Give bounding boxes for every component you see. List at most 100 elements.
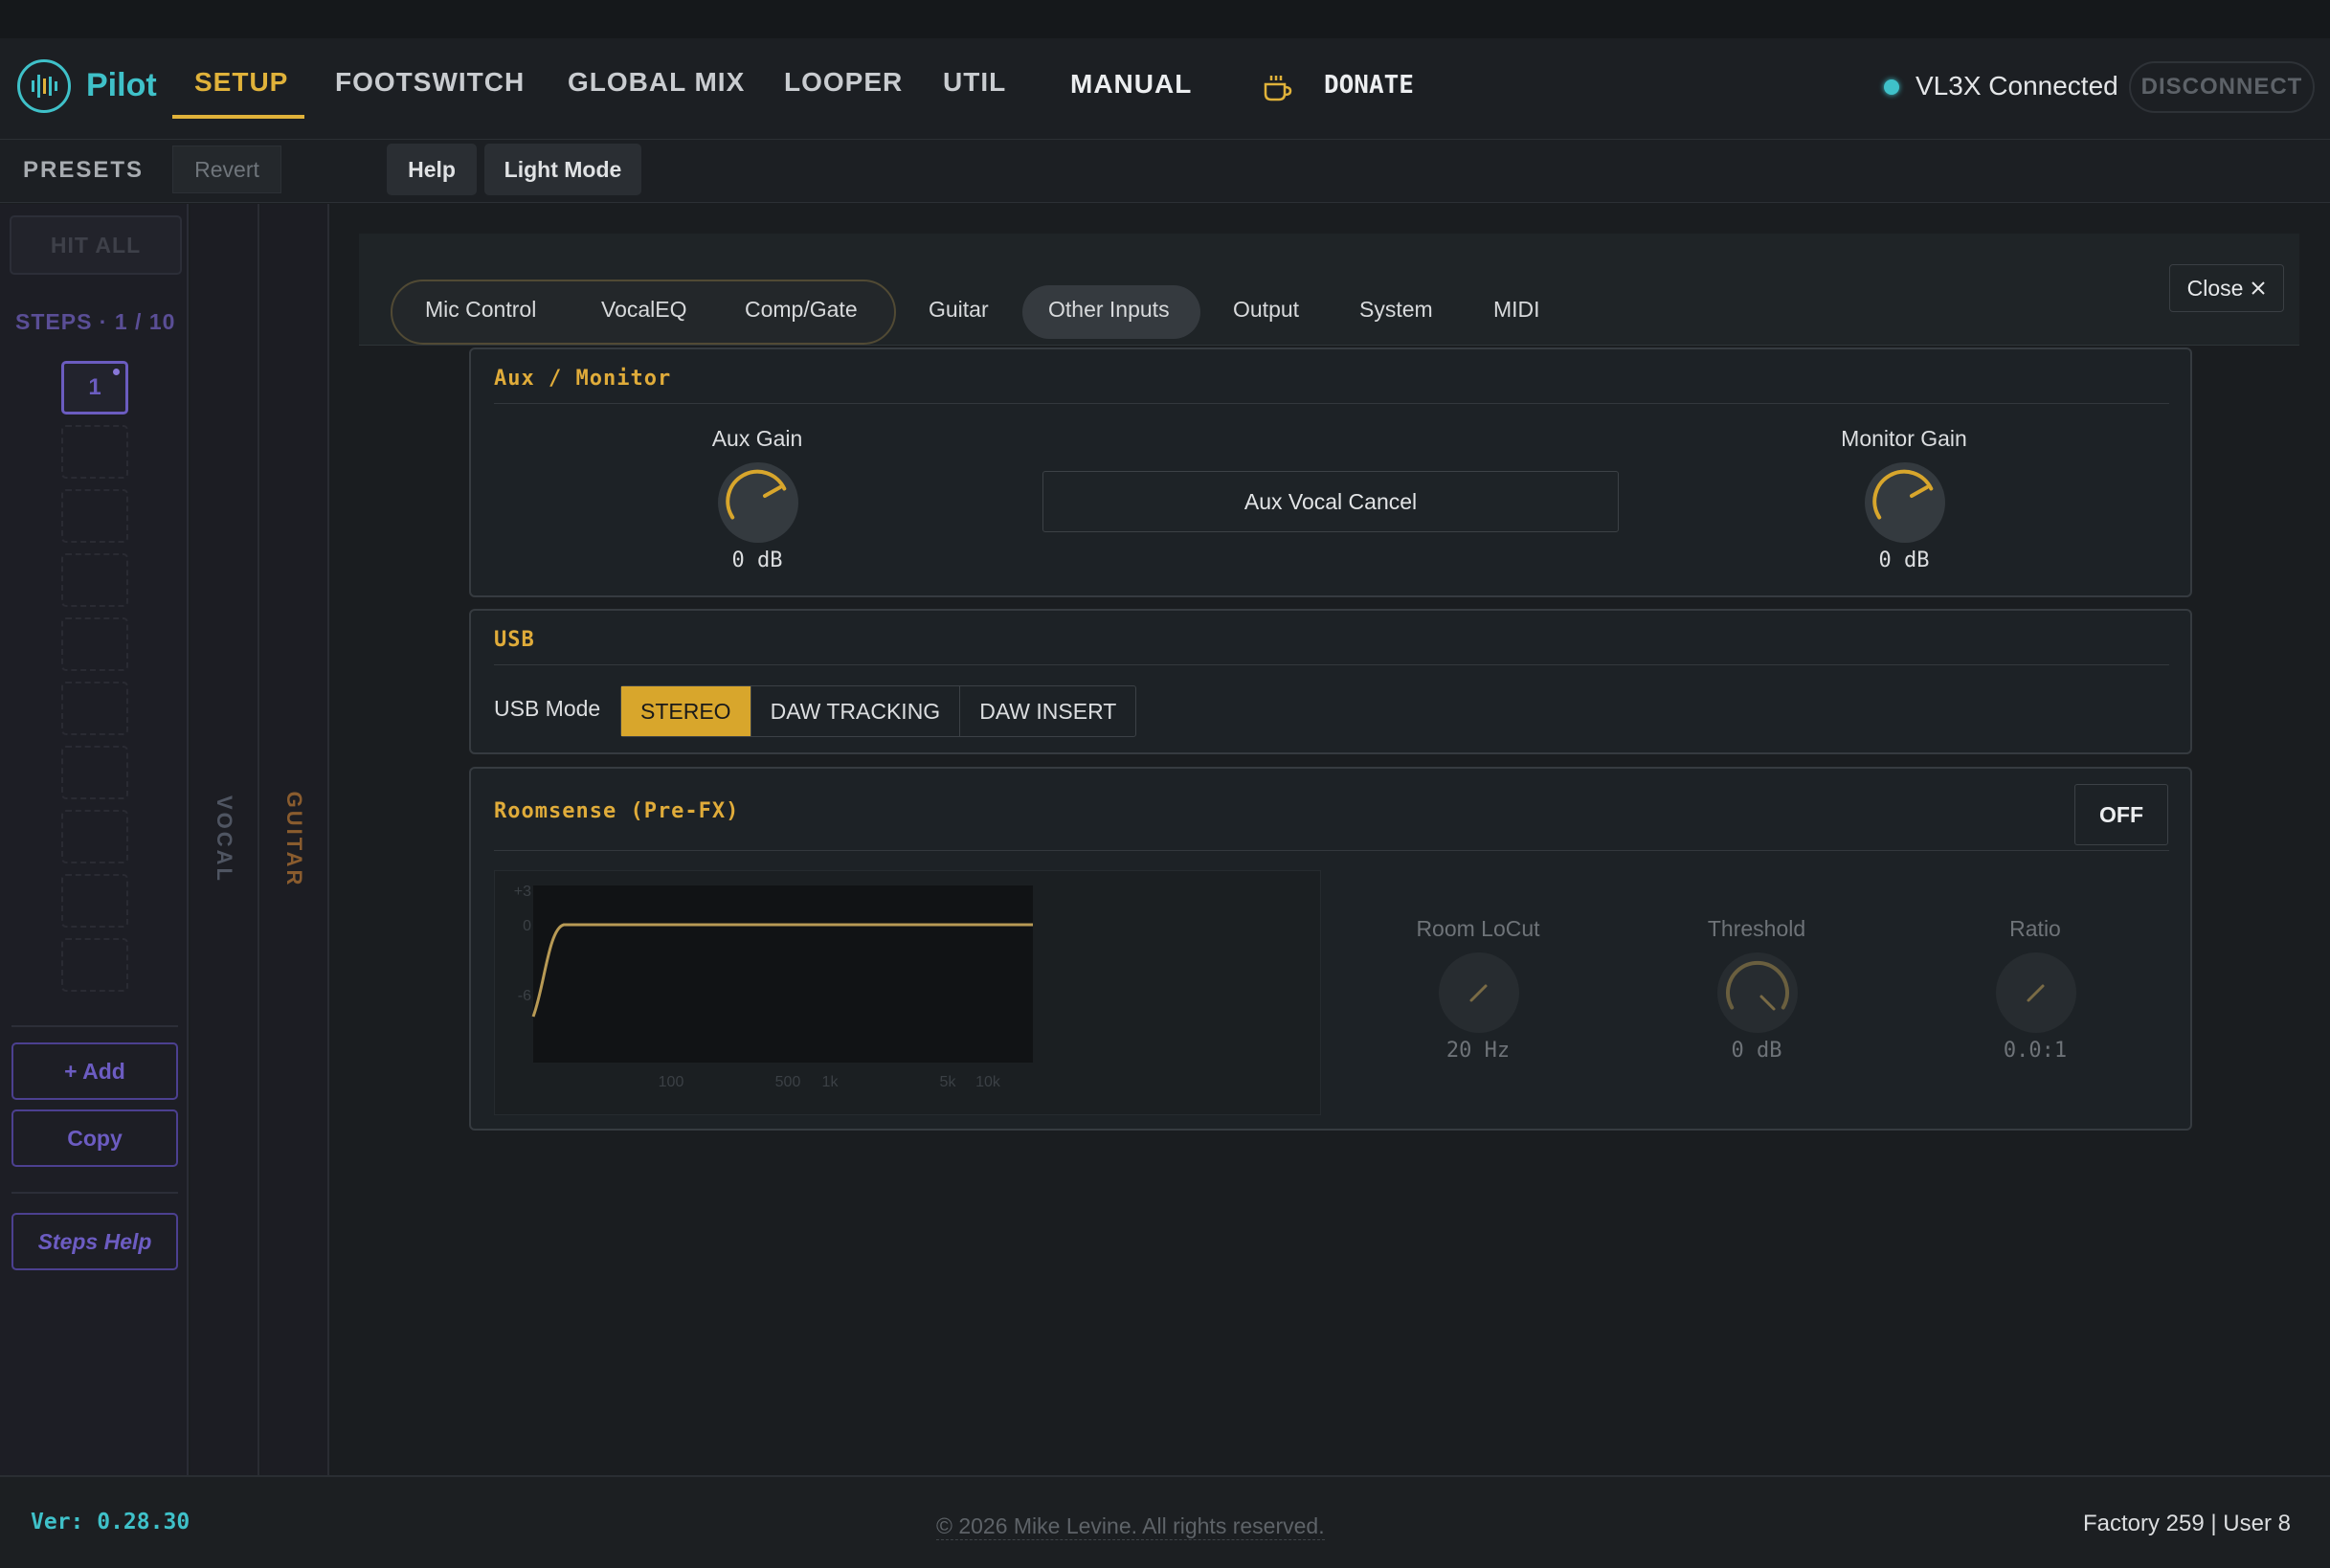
graph-y-tick: -6: [518, 988, 531, 1004]
app-name: Pilot: [86, 67, 157, 103]
step-slot[interactable]: [61, 810, 128, 863]
step-slot[interactable]: [61, 553, 128, 607]
help-button[interactable]: Help: [387, 144, 477, 195]
close-label: Close: [2186, 275, 2244, 301]
divider: [494, 403, 2169, 404]
nav-tab-util[interactable]: UTIL: [943, 67, 1006, 98]
threshold-value: 0 dB: [1731, 1039, 1782, 1063]
step-slot-active[interactable]: 1: [61, 361, 128, 414]
header: Pilot SETUP FOOTSWITCH GLOBAL MIX LOOPER…: [0, 38, 2330, 140]
step-indicator-dot: [113, 369, 120, 375]
tab-comp-gate[interactable]: Comp/Gate: [745, 297, 858, 323]
graph-y-tick: 0: [523, 918, 531, 934]
nav-tab-global-mix[interactable]: GLOBAL MIX: [568, 67, 745, 98]
tab-other-inputs[interactable]: Other Inputs: [1048, 297, 1170, 323]
revert-button[interactable]: Revert: [172, 146, 281, 193]
ratio-value: 0.0:1: [2003, 1039, 2068, 1063]
divider: [494, 850, 2169, 851]
room-locut-label: Room LoCut: [1416, 916, 1540, 941]
roomsense-card: Roomsense (Pre-FX) OFF +3 0 -6 100 500 1…: [469, 767, 2192, 1131]
graph-x-tick: 10k: [975, 1074, 1001, 1090]
copyright-link[interactable]: © 2026 Mike Levine. All rights reserved.: [936, 1513, 1325, 1540]
roomsense-title: Roomsense (Pre-FX): [494, 799, 740, 823]
divider: [494, 664, 2169, 665]
connection-status-dot: [1884, 79, 1899, 95]
aux-gain-value: 0 dB: [731, 549, 783, 572]
step-slot[interactable]: [61, 938, 128, 992]
steps-counter: STEPS · 1 / 10: [15, 309, 176, 334]
step-number: 1: [88, 374, 101, 400]
nav-tab-looper[interactable]: LOOPER: [784, 67, 903, 98]
aux-vocal-cancel-button[interactable]: Aux Vocal Cancel: [1042, 471, 1619, 532]
roomsense-eq-graph: +3 0 -6 100 500 1k 5k 10k: [494, 870, 1321, 1115]
room-locut-value: 20 Hz: [1445, 1039, 1511, 1063]
manual-link[interactable]: MANUAL: [1070, 69, 1192, 100]
aux-monitor-card: Aux / Monitor Aux Gain 0 dB Aux Vocal Ca…: [469, 347, 2192, 597]
aux-gain-knob[interactable]: [717, 461, 799, 544]
steps-help-button[interactable]: Steps Help: [11, 1213, 178, 1270]
nav-tab-footswitch[interactable]: FOOTSWITCH: [335, 67, 525, 98]
tab-output[interactable]: Output: [1233, 297, 1299, 323]
tab-mic-control[interactable]: Mic Control: [425, 297, 536, 323]
light-mode-button[interactable]: Light Mode: [484, 144, 641, 195]
copy-step-button[interactable]: Copy: [11, 1109, 178, 1167]
close-button[interactable]: Close: [2169, 264, 2284, 312]
step-slot[interactable]: [61, 746, 128, 799]
logo-icon: [17, 59, 71, 113]
threshold-label: Threshold: [1707, 916, 1806, 941]
divider: [11, 1025, 178, 1027]
usb-mode-label: USB Mode: [494, 696, 601, 721]
step-slot[interactable]: [61, 682, 128, 735]
divider: [11, 1192, 178, 1194]
graph-plot-area: [533, 885, 1033, 1063]
graph-x-tick: 100: [659, 1074, 684, 1090]
usb-mode-daw-tracking[interactable]: DAW TRACKING: [751, 686, 961, 736]
donate-link[interactable]: DONATE: [1324, 71, 1414, 100]
usb-title: USB: [494, 628, 535, 652]
version-label: Ver: 0.28.30: [31, 1510, 190, 1534]
roomsense-toggle-button[interactable]: OFF: [2074, 784, 2168, 845]
graph-x-tick: 500: [775, 1074, 801, 1090]
tab-guitar[interactable]: Guitar: [929, 297, 989, 323]
tab-midi[interactable]: MIDI: [1493, 297, 1540, 323]
top-strip: [0, 0, 2330, 38]
toolbar: PRESETS Revert Help Light Mode: [0, 140, 2330, 203]
tab-system[interactable]: System: [1359, 297, 1433, 323]
add-step-button[interactable]: + Add: [11, 1042, 178, 1100]
tab-vocal-eq[interactable]: VocalEQ: [601, 297, 687, 323]
ratio-knob[interactable]: [1995, 952, 2077, 1034]
connection-status-text: VL3X Connected: [1916, 71, 2118, 101]
aux-monitor-title: Aux / Monitor: [494, 367, 672, 391]
monitor-gain-knob[interactable]: [1864, 461, 1946, 544]
vocal-label: VOCAL: [213, 795, 236, 884]
vocal-strip[interactable]: VOCAL: [190, 204, 259, 1475]
graph-y-tick: +3: [514, 884, 531, 900]
close-icon: [2252, 281, 2266, 295]
step-slot[interactable]: [61, 874, 128, 928]
usb-mode-selector: STEREO DAW TRACKING DAW INSERT: [620, 685, 1137, 737]
ratio-label: Ratio: [2009, 916, 2061, 941]
active-tab-underline: [172, 115, 304, 119]
monitor-gain-value: 0 dB: [1878, 549, 1930, 572]
monitor-gain-label: Monitor Gain: [1841, 426, 1967, 451]
step-slot[interactable]: [61, 489, 128, 543]
presets-label[interactable]: PRESETS: [23, 157, 144, 184]
hit-all-button[interactable]: HIT ALL: [10, 215, 182, 275]
graph-x-tick: 5k: [940, 1074, 957, 1090]
guitar-label: GUITAR: [282, 791, 306, 888]
coffee-icon[interactable]: [1262, 73, 1294, 108]
step-slot[interactable]: [61, 617, 128, 671]
nav-tab-setup[interactable]: SETUP: [194, 67, 288, 98]
step-slot[interactable]: [61, 425, 128, 479]
steps-sidebar: HIT ALL STEPS · 1 / 10 1 + Add Copy Step…: [0, 204, 189, 1475]
guitar-strip[interactable]: GUITAR: [260, 204, 329, 1475]
usb-mode-daw-insert[interactable]: DAW INSERT: [960, 686, 1135, 736]
aux-gain-label: Aux Gain: [711, 426, 803, 451]
threshold-knob[interactable]: [1716, 952, 1799, 1034]
room-locut-knob[interactable]: [1438, 952, 1520, 1034]
preset-counts: Factory 259 | User 8: [2083, 1511, 2291, 1536]
usb-mode-stereo[interactable]: STEREO: [621, 686, 751, 736]
graph-x-tick: 1k: [822, 1074, 840, 1090]
disconnect-button[interactable]: DISCONNECT: [2129, 61, 2315, 113]
footer: Ver: 0.28.30 © 2026 Mike Levine. All rig…: [0, 1475, 2330, 1568]
